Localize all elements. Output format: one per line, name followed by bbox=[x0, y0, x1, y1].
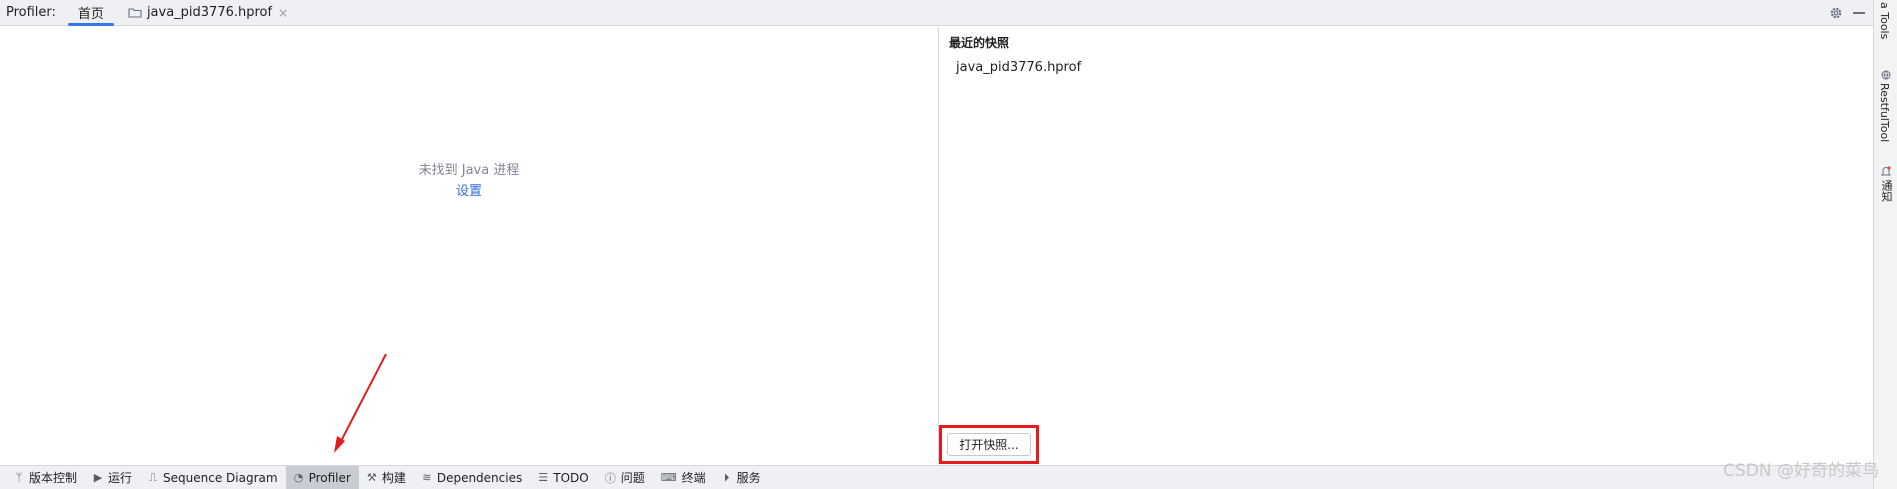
tool-profiler[interactable]: ◔ Profiler bbox=[285, 465, 359, 489]
settings-link-text[interactable]: 设置 bbox=[456, 184, 482, 199]
profiler-tab-bar: Profiler: 首页 java_pid3776.hprof × bbox=[0, 0, 1873, 26]
bell-icon bbox=[1881, 166, 1891, 176]
tool-todo[interactable]: ☰ TODO bbox=[530, 466, 596, 489]
process-list-panel: 未找到 Java 进程 设置 bbox=[0, 27, 938, 465]
tool-label: 运行 bbox=[108, 471, 133, 485]
tab-home[interactable]: 首页 bbox=[66, 0, 116, 26]
info-icon: ⓘ bbox=[604, 471, 616, 485]
layers-icon: ≋ bbox=[422, 471, 432, 484]
ide-window: Profiler: 首页 java_pid3776.hprof × a Tool… bbox=[0, 0, 1897, 489]
tool-version-control[interactable]: ᛘ 版本控制 bbox=[6, 466, 85, 489]
minimize-icon[interactable] bbox=[1853, 12, 1865, 14]
strip-item-notifications[interactable]: 通知 bbox=[1878, 180, 1894, 202]
tool-label: 版本控制 bbox=[29, 471, 78, 485]
tool-services[interactable]: ⏵ 服务 bbox=[714, 466, 769, 489]
settings-link: 设置 bbox=[0, 180, 938, 199]
tab-home-label: 首页 bbox=[77, 7, 104, 22]
right-tool-strip: a Tools RestfulTool 通知 bbox=[1873, 0, 1897, 489]
annotation-arrow bbox=[334, 353, 387, 453]
tool-run[interactable]: ▶ 运行 bbox=[85, 466, 140, 489]
recent-snapshots-panel: 最近的快照 java_pid3776.hprof 打开快照... bbox=[939, 27, 1873, 465]
tool-label: 构建 bbox=[381, 471, 406, 485]
list-icon: ☰ bbox=[538, 471, 549, 484]
tool-dependencies[interactable]: ≋ Dependencies bbox=[414, 466, 530, 489]
top-right-tools bbox=[1829, 0, 1865, 26]
branch-icon: ᛘ bbox=[15, 471, 23, 484]
globe-icon bbox=[1881, 70, 1891, 80]
tool-label: 问题 bbox=[620, 471, 645, 485]
bottom-tool-bar: ᛘ 版本控制 ▶ 运行 ⎍ Sequence Diagram ◔ Profile… bbox=[0, 465, 1873, 489]
tool-sequence-diagram[interactable]: ⎍ Sequence Diagram bbox=[140, 466, 286, 489]
gear-icon[interactable] bbox=[1829, 6, 1843, 20]
tool-label: Sequence Diagram bbox=[163, 470, 278, 485]
profiler-title: Profiler: bbox=[6, 5, 56, 20]
highlight-box: 打开快照... bbox=[939, 425, 1039, 464]
profiler-icon: ◔ bbox=[293, 471, 304, 484]
tool-label: Dependencies bbox=[436, 470, 523, 485]
folder-icon bbox=[128, 8, 142, 18]
strip-item-tools[interactable]: a Tools bbox=[1878, 2, 1891, 39]
tool-build[interactable]: ⚒ 构建 bbox=[359, 466, 414, 489]
no-java-process-message: 未找到 Java 进程 bbox=[418, 163, 520, 178]
recent-snapshots-title: 最近的快照 bbox=[949, 36, 1010, 50]
tab-hprof-label: java_pid3776.hprof bbox=[146, 5, 273, 20]
sequence-diagram-icon: ⎍ bbox=[149, 470, 157, 484]
services-icon: ⏵ bbox=[723, 470, 730, 484]
tool-label: 服务 bbox=[736, 471, 761, 485]
tool-problems[interactable]: ⓘ 问题 bbox=[597, 466, 653, 489]
hammer-icon: ⚒ bbox=[366, 471, 377, 484]
csdn-watermark: CSDN @好奇的菜鸟 bbox=[1723, 461, 1879, 481]
tool-label: Profiler bbox=[308, 470, 351, 485]
run-icon: ▶ bbox=[93, 471, 103, 484]
terminal-icon: ⌨ bbox=[660, 471, 677, 484]
strip-item-restfultool[interactable]: RestfulTool bbox=[1878, 83, 1891, 142]
tab-close-icon[interactable]: × bbox=[278, 6, 288, 20]
tool-label: TODO bbox=[553, 470, 589, 485]
recent-snapshot-item[interactable]: java_pid3776.hprof bbox=[956, 60, 1081, 75]
tool-terminal[interactable]: ⌨ 终端 bbox=[653, 466, 714, 489]
open-snapshot-button[interactable]: 打开快照... bbox=[947, 433, 1031, 456]
tool-label: 终端 bbox=[681, 471, 706, 485]
tab-hprof-file[interactable]: java_pid3776.hprof × bbox=[116, 0, 300, 26]
